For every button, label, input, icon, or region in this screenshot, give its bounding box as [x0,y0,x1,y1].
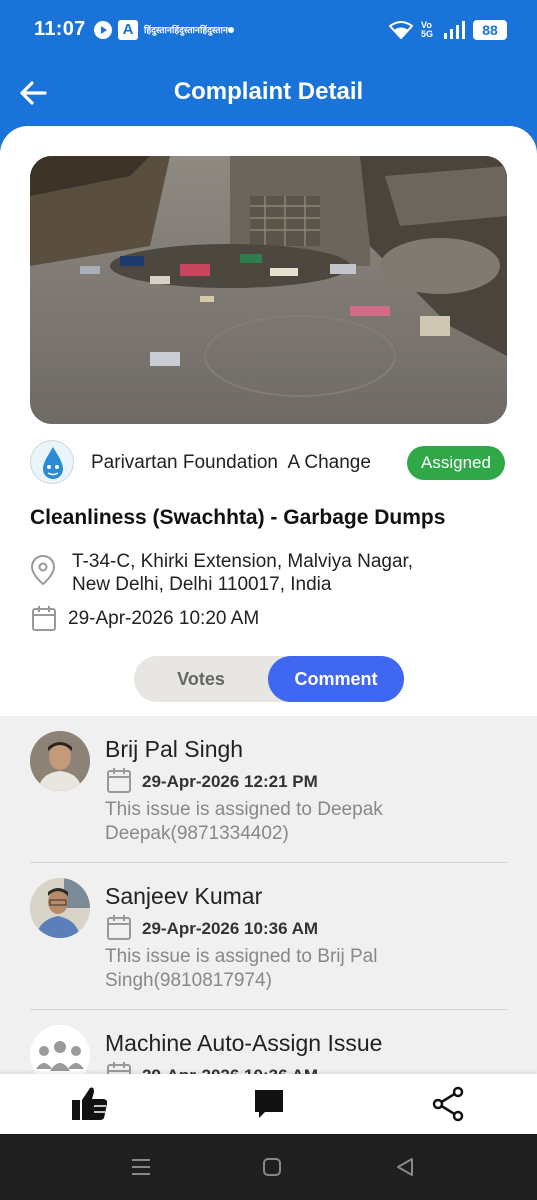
network-type: Vo 5G [421,20,434,39]
tab-comment[interactable]: Comment [268,656,404,702]
thumbs-up-icon[interactable] [70,1086,110,1122]
play-icon [94,21,112,39]
calendar-icon [107,915,131,940]
battery-indicator: 88 [473,20,507,40]
commenter-name: Machine Auto-Assign Issue [105,1030,383,1056]
signal-icon [444,21,465,39]
complaint-category: Cleanliness (Swachhta) - Garbage Dumps [30,506,446,529]
organization-name: Parivartan Foundation A Change [91,452,371,473]
location-pin-icon [30,554,56,586]
back-icon[interactable] [392,1154,418,1180]
comment-date: 29-Apr-2026 12:21 PM [142,772,318,791]
votes-comment-toggle: Votes Comment [134,656,404,702]
calendar-icon [32,606,56,631]
comment-message: This issue is assigned to Brij Pal Singh… [105,946,378,991]
tab-votes[interactable]: Votes [134,656,268,702]
home-icon[interactable] [259,1154,285,1180]
address-line-2: New Delhi, Delhi 110017, India [72,574,332,595]
complaint-address: T-34-C, Khirki Extension, Malviya Nagar,… [72,550,472,596]
comment-message: This issue is assigned to Deepak Deepak(… [105,799,383,844]
more-notifications-icon [228,27,234,33]
avatar [30,878,90,938]
commenter-name: Brij Pal Singh [105,736,244,762]
comment-date: 29-Apr-2026 10:36 AM [142,919,319,938]
comments-list[interactable]: Brij Pal Singh 29-Apr-2026 12:21 PM This… [0,716,537,1074]
bottom-action-bar [0,1074,537,1134]
garbage-dump-image [30,156,507,424]
comment-icon[interactable] [249,1086,289,1122]
organization-logo [30,440,74,484]
complaint-card: Parivartan Foundation A Change Assigned … [0,126,537,716]
list-item: Brij Pal Singh 29-Apr-2026 12:21 PM This… [30,716,507,862]
status-bar: 11:07 A हिंदुस्तान हिंदुस्तान हिंदुस्तान… [0,0,537,62]
avatar [30,1025,90,1074]
list-item: Sanjeev Kumar 29-Apr-2026 10:36 AM This … [30,863,507,1009]
calendar-icon [107,1062,131,1074]
recents-icon[interactable] [128,1154,154,1180]
wifi-icon [389,21,413,39]
comment-date: 29-Apr-2026 10:36 AM [142,1066,318,1074]
share-icon[interactable] [428,1086,468,1122]
status-badge: Assigned [407,446,505,480]
address-line-1: T-34-C, Khirki Extension, Malviya Nagar, [72,551,414,572]
list-item: Machine Auto-Assign Issue 29-Apr-2026 10… [30,1010,507,1074]
news-app-icon: हिंदुस्तान [144,25,172,35]
complaint-photo[interactable] [30,156,507,424]
notification-icons: A हिंदुस्तान हिंदुस्तान हिंदुस्तान [94,20,234,40]
news-app-icon: हिंदुस्तान [200,25,228,35]
page-title: Complaint Detail [173,78,364,105]
commenter-name: Sanjeev Kumar [105,883,263,909]
system-nav-bar [0,1134,537,1200]
news-app-icon: हिंदुस्तान [172,25,200,35]
system-icons: Vo 5G 88 [389,20,507,40]
complaint-datetime: 29-Apr-2026 10:20 AM [68,608,260,629]
avatar [30,731,90,791]
group-icon [30,1025,90,1074]
app-a-icon: A [118,20,138,40]
status-time: 11:07 [34,18,86,40]
app-header: Complaint Detail [0,62,537,132]
calendar-icon [107,768,131,793]
